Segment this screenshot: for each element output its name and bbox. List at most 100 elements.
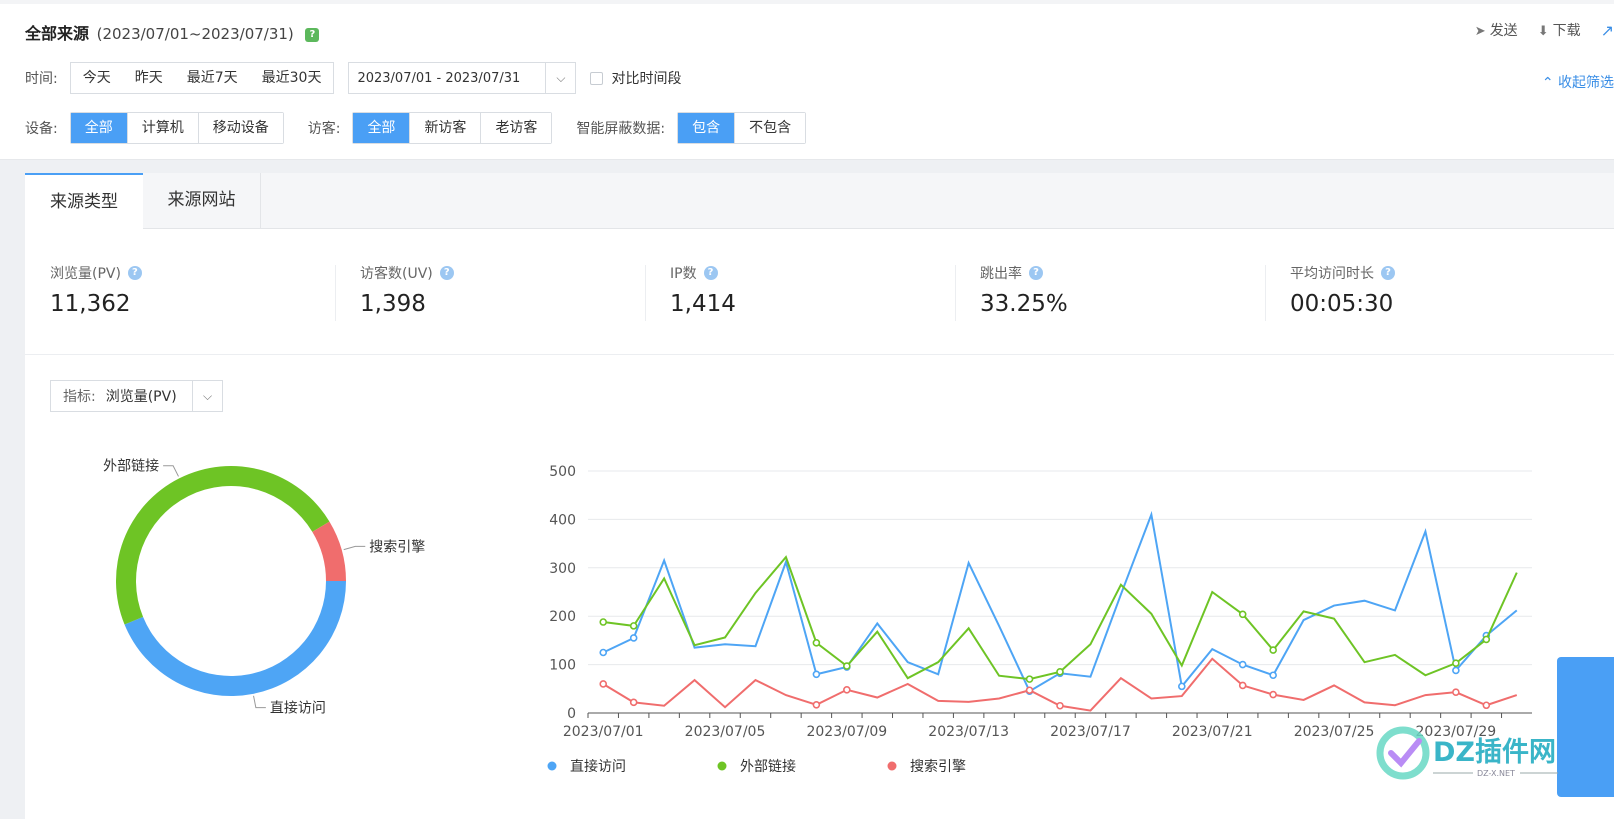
series-direct-point[interactable] — [1269, 671, 1277, 680]
question-icon[interactable]: ? — [1029, 266, 1043, 280]
series-search-point[interactable] — [629, 698, 638, 707]
help-icon[interactable]: ? — [305, 28, 320, 42]
time-options: 今天 昨天 最近7天 最近30天 — [69, 62, 335, 94]
date-range-picker[interactable]: 2023/07/01 - 2023/07/31 ⌵ — [348, 62, 577, 94]
legend-label[interactable]: 外部链接 — [740, 758, 796, 775]
device-row: 设备: 全部 计算机 移动设备 访客: 全部 新访客 老访客 智能屏蔽数据: 包… — [25, 112, 807, 144]
expand-icon[interactable]: ↗ — [1601, 21, 1614, 40]
metric-pv-label: 浏览量(PV) — [50, 266, 121, 282]
question-icon[interactable]: ? — [1381, 266, 1395, 280]
series-search-point[interactable] — [812, 700, 821, 709]
metric-uv-value: 1,398 — [360, 291, 426, 317]
donut-label-line — [253, 695, 266, 709]
series-external-point[interactable] — [629, 622, 638, 630]
feedback-side-tab[interactable] — [1557, 657, 1614, 797]
series-external-point[interactable] — [1482, 635, 1491, 644]
donut-slice-direct[interactable] — [124, 581, 346, 696]
series-external-line[interactable] — [603, 555, 1518, 681]
device-all[interactable]: 全部 — [70, 113, 127, 143]
tab-source-type[interactable]: 来源类型 — [25, 173, 143, 230]
metric-ip: IP数? 1,414 — [670, 263, 980, 317]
legend-label[interactable]: 搜索引擎 — [910, 758, 966, 775]
watermark-domain: DZ-X.NET — [1477, 769, 1515, 778]
y-tick-label: 300 — [549, 561, 576, 577]
donut-slice-external[interactable] — [116, 466, 330, 625]
metric-bounce: 跳出率? 33.25% — [980, 263, 1290, 317]
series-direct-point[interactable] — [1178, 682, 1186, 691]
series-search-point[interactable] — [1269, 690, 1277, 699]
series-search-point[interactable] — [843, 685, 851, 694]
download-button[interactable]: ⬇ 下载 — [1538, 20, 1581, 40]
series-search-point[interactable] — [1482, 701, 1491, 710]
legend-marker[interactable] — [887, 761, 897, 771]
visitor-options: 全部 新访客 老访客 — [352, 112, 553, 144]
device-computer[interactable]: 计算机 — [126, 113, 198, 143]
time-yesterday[interactable]: 昨天 — [123, 63, 175, 93]
question-icon[interactable]: ? — [439, 266, 454, 280]
chevron-down-icon[interactable]: ⌵ — [545, 63, 575, 93]
y-tick-label: 0 — [567, 706, 576, 722]
send-button[interactable]: ➤ 发送 — [1475, 20, 1518, 40]
time-row: 时间: 今天 昨天 最近7天 最近30天 2023/07/01 - 2023/0… — [25, 62, 681, 94]
donut-slice-search[interactable] — [312, 521, 346, 581]
question-icon[interactable]: ? — [703, 266, 718, 280]
series-external-point[interactable] — [1452, 659, 1460, 667]
time-today[interactable]: 今天 — [71, 63, 123, 93]
series-search-point[interactable] — [1025, 686, 1034, 695]
time-last7[interactable]: 最近7天 — [175, 63, 250, 93]
time-last30[interactable]: 最近30天 — [250, 63, 334, 93]
question-icon[interactable]: ? — [127, 266, 142, 280]
y-tick-label: 400 — [549, 512, 576, 528]
compare-label[interactable]: 对比时间段 — [611, 68, 681, 88]
metric-ip-value: 1,414 — [670, 291, 736, 317]
x-tick-label: 2023/07/05 — [685, 724, 766, 740]
series-external-point[interactable] — [1238, 610, 1247, 619]
visitor-new[interactable]: 新访客 — [409, 113, 481, 143]
collapse-filter-link[interactable]: ⌃ 收起筛选 — [1542, 72, 1614, 92]
device-mobile[interactable]: 移动设备 — [197, 113, 283, 143]
series-search-point[interactable] — [1238, 681, 1247, 690]
metrics-row: 浏览量(PV)? 11,362 访客数(UV)? 1,398 IP数? 1,41… — [25, 229, 1614, 355]
device-label: 设备: — [25, 121, 58, 137]
series-search-point[interactable] — [1452, 688, 1460, 696]
visitor-all[interactable]: 全部 — [353, 113, 410, 143]
watermark-brand: DZ插件网 — [1433, 737, 1556, 768]
series-search-point[interactable] — [1056, 701, 1064, 710]
metric-uv: 访客数(UV)? 1,398 — [360, 263, 670, 317]
x-tick-label: 2023/07/13 — [928, 724, 1009, 740]
series-search-point[interactable] — [599, 680, 608, 688]
series-direct-point[interactable] — [812, 670, 821, 679]
smart-filter-label: 智能屏蔽数据: — [576, 121, 666, 137]
y-tick-label: 200 — [549, 609, 576, 625]
series-direct-point[interactable] — [629, 634, 638, 642]
metric-select[interactable]: 指标: 浏览量(PV) ⌵ — [50, 380, 223, 412]
series-external-point[interactable] — [599, 618, 608, 626]
compare-checkbox[interactable] — [590, 71, 604, 85]
filter-panel: 全部来源 (2023/07/01~2023/07/31) ? ➤ 发送 ⬇ 下载 ↗… — [0, 4, 1614, 160]
page-title-text: 全部来源 — [25, 24, 90, 43]
series-direct-point[interactable] — [599, 648, 608, 657]
series-direct-point[interactable] — [1238, 660, 1247, 669]
smart-include[interactable]: 包含 — [678, 113, 735, 143]
metric-select-value: 浏览量(PV) — [105, 389, 177, 405]
donut-label-line — [343, 545, 366, 551]
smart-filter-options: 包含 不包含 — [677, 112, 807, 144]
series-direct-point[interactable] — [1452, 666, 1460, 675]
tab-source-site[interactable]: 来源网站 — [143, 173, 261, 229]
x-tick-label: 2023/07/01 — [563, 724, 644, 740]
metric-duration-value: 00:05:30 — [1290, 291, 1394, 317]
chevron-down-icon[interactable]: ⌵ — [192, 381, 222, 411]
legend-marker[interactable] — [547, 761, 557, 771]
visitor-returning[interactable]: 老访客 — [480, 113, 552, 143]
series-external-point[interactable] — [1056, 668, 1064, 676]
series-external-point[interactable] — [1269, 646, 1277, 654]
smart-exclude[interactable]: 不包含 — [734, 113, 806, 143]
download-icon: ⬇ — [1537, 24, 1549, 39]
send-label: 发送 — [1489, 23, 1518, 39]
series-external-point[interactable] — [1025, 675, 1034, 683]
legend-marker[interactable] — [717, 761, 727, 771]
series-external-point[interactable] — [812, 639, 821, 647]
page-title: 全部来源 (2023/07/01~2023/07/31) ? — [25, 20, 320, 44]
legend-label[interactable]: 直接访问 — [570, 758, 626, 775]
series-external-point[interactable] — [843, 662, 851, 670]
